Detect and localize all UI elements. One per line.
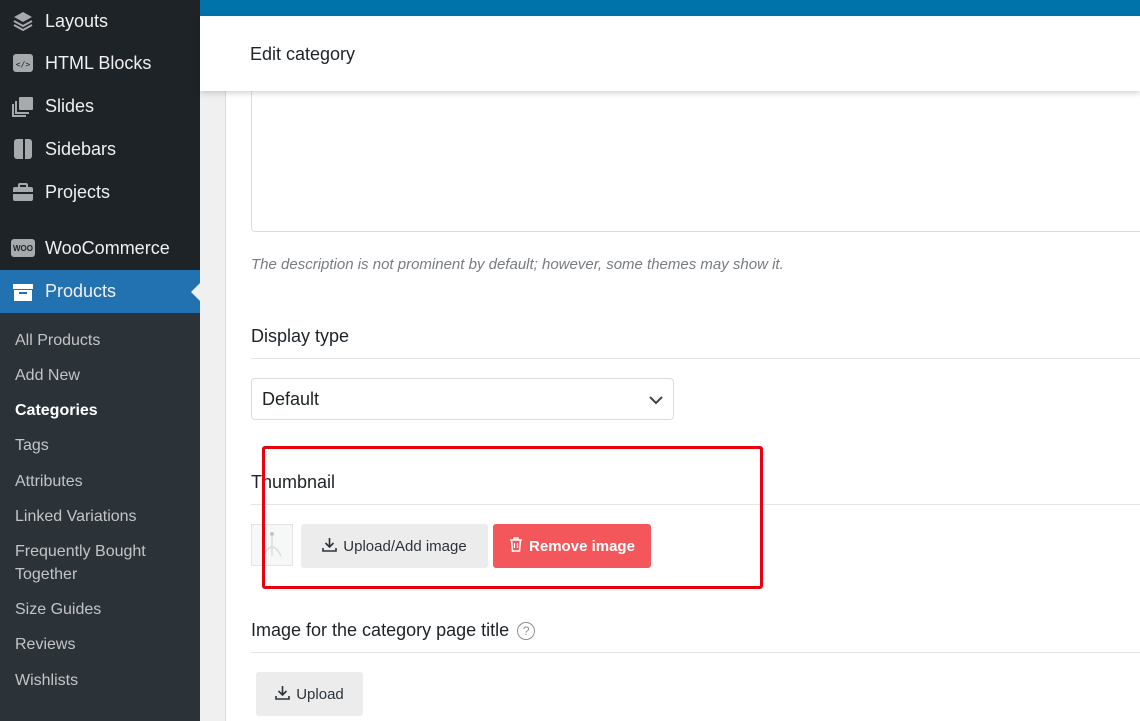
display-type-select[interactable]: Default xyxy=(251,378,674,420)
woo-icon: WOO xyxy=(11,236,35,260)
upload-add-image-button[interactable]: Upload/Add image xyxy=(301,524,488,568)
divider xyxy=(251,652,1140,653)
chevron-down-icon xyxy=(649,389,663,410)
submenu-add-new[interactable]: Add New xyxy=(15,364,195,387)
menu-item-html-blocks[interactable]: </> HTML Blocks xyxy=(0,43,200,83)
admin-page: Layouts </> HTML Blocks Slides Sidebars … xyxy=(0,0,1140,721)
menu-item-sidebars[interactable]: Sidebars xyxy=(0,129,200,169)
display-type-label: Display type xyxy=(251,326,350,346)
menu-item-label: Projects xyxy=(45,181,111,202)
submenu-linked-variations[interactable]: Linked Variations xyxy=(15,505,195,528)
page-title: Edit category xyxy=(250,44,356,64)
menu-item-label: HTML Blocks xyxy=(45,52,152,73)
menu-item-label: WooCommerce xyxy=(45,237,170,258)
menu-item-label: Products xyxy=(45,281,117,301)
title-image-label-text: Image for the category page title xyxy=(251,620,510,640)
divider xyxy=(251,504,1140,505)
remove-image-label: Remove image xyxy=(529,537,635,555)
submenu-all-products[interactable]: All Products xyxy=(15,329,195,352)
main-content: The description is not prominent by defa… xyxy=(200,91,1140,721)
slides-icon xyxy=(11,94,35,118)
submenu-attributes[interactable]: Attributes xyxy=(15,470,195,493)
description-textarea[interactable] xyxy=(251,91,1140,232)
edit-category-form: The description is not prominent by defa… xyxy=(225,91,1140,721)
divider xyxy=(251,358,1140,359)
remove-image-button[interactable]: Remove image xyxy=(493,524,651,568)
submenu-categories[interactable]: Categories xyxy=(15,399,195,422)
download-icon xyxy=(322,537,343,556)
menu-item-label: Slides xyxy=(45,95,95,116)
page-header: Edit category xyxy=(200,16,1140,91)
submenu-reviews[interactable]: Reviews xyxy=(15,633,195,656)
submenu-frequently-bought-together[interactable]: Frequently Bought Together xyxy=(15,540,175,586)
menu-item-products[interactable]: Products xyxy=(0,270,200,313)
menu-item-label: Layouts xyxy=(45,10,109,31)
admin-sidebar: Layouts </> HTML Blocks Slides Sidebars … xyxy=(0,0,200,721)
sidebar-icon xyxy=(11,137,35,161)
layers-icon xyxy=(11,9,35,33)
thumbnail-preview xyxy=(251,524,293,566)
menu-item-woocommerce[interactable]: WOO WooCommerce xyxy=(0,228,200,268)
menu-item-slides[interactable]: Slides xyxy=(0,86,200,126)
top-bar xyxy=(200,0,1140,16)
products-submenu: All Products Add New Categories Tags Att… xyxy=(0,313,200,721)
display-type-value: Default xyxy=(262,388,320,409)
image-placeholder-icon xyxy=(257,528,287,563)
trash-icon xyxy=(509,536,529,556)
upload-add-image-label: Upload/Add image xyxy=(343,537,467,555)
code-block-icon: </> xyxy=(11,51,35,75)
description-hint: The description is not prominent by defa… xyxy=(251,256,784,273)
menu-item-layouts[interactable]: Layouts xyxy=(0,1,200,41)
download-icon xyxy=(275,685,296,704)
menu-item-projects[interactable]: Projects xyxy=(0,172,200,212)
submenu-wishlists[interactable]: Wishlists xyxy=(15,669,195,692)
upload-button[interactable]: Upload xyxy=(256,672,363,716)
title-image-label: Image for the category page title? xyxy=(251,620,536,641)
briefcase-icon xyxy=(11,180,35,204)
help-icon[interactable]: ? xyxy=(517,622,536,641)
submenu-tags[interactable]: Tags xyxy=(15,434,195,457)
svg-text:</>: </> xyxy=(16,60,31,69)
upload-label: Upload xyxy=(296,685,344,703)
submenu-size-guides[interactable]: Size Guides xyxy=(15,598,195,621)
thumbnail-label: Thumbnail xyxy=(251,472,336,492)
menu-item-label: Sidebars xyxy=(45,138,117,159)
archive-icon xyxy=(11,280,35,304)
